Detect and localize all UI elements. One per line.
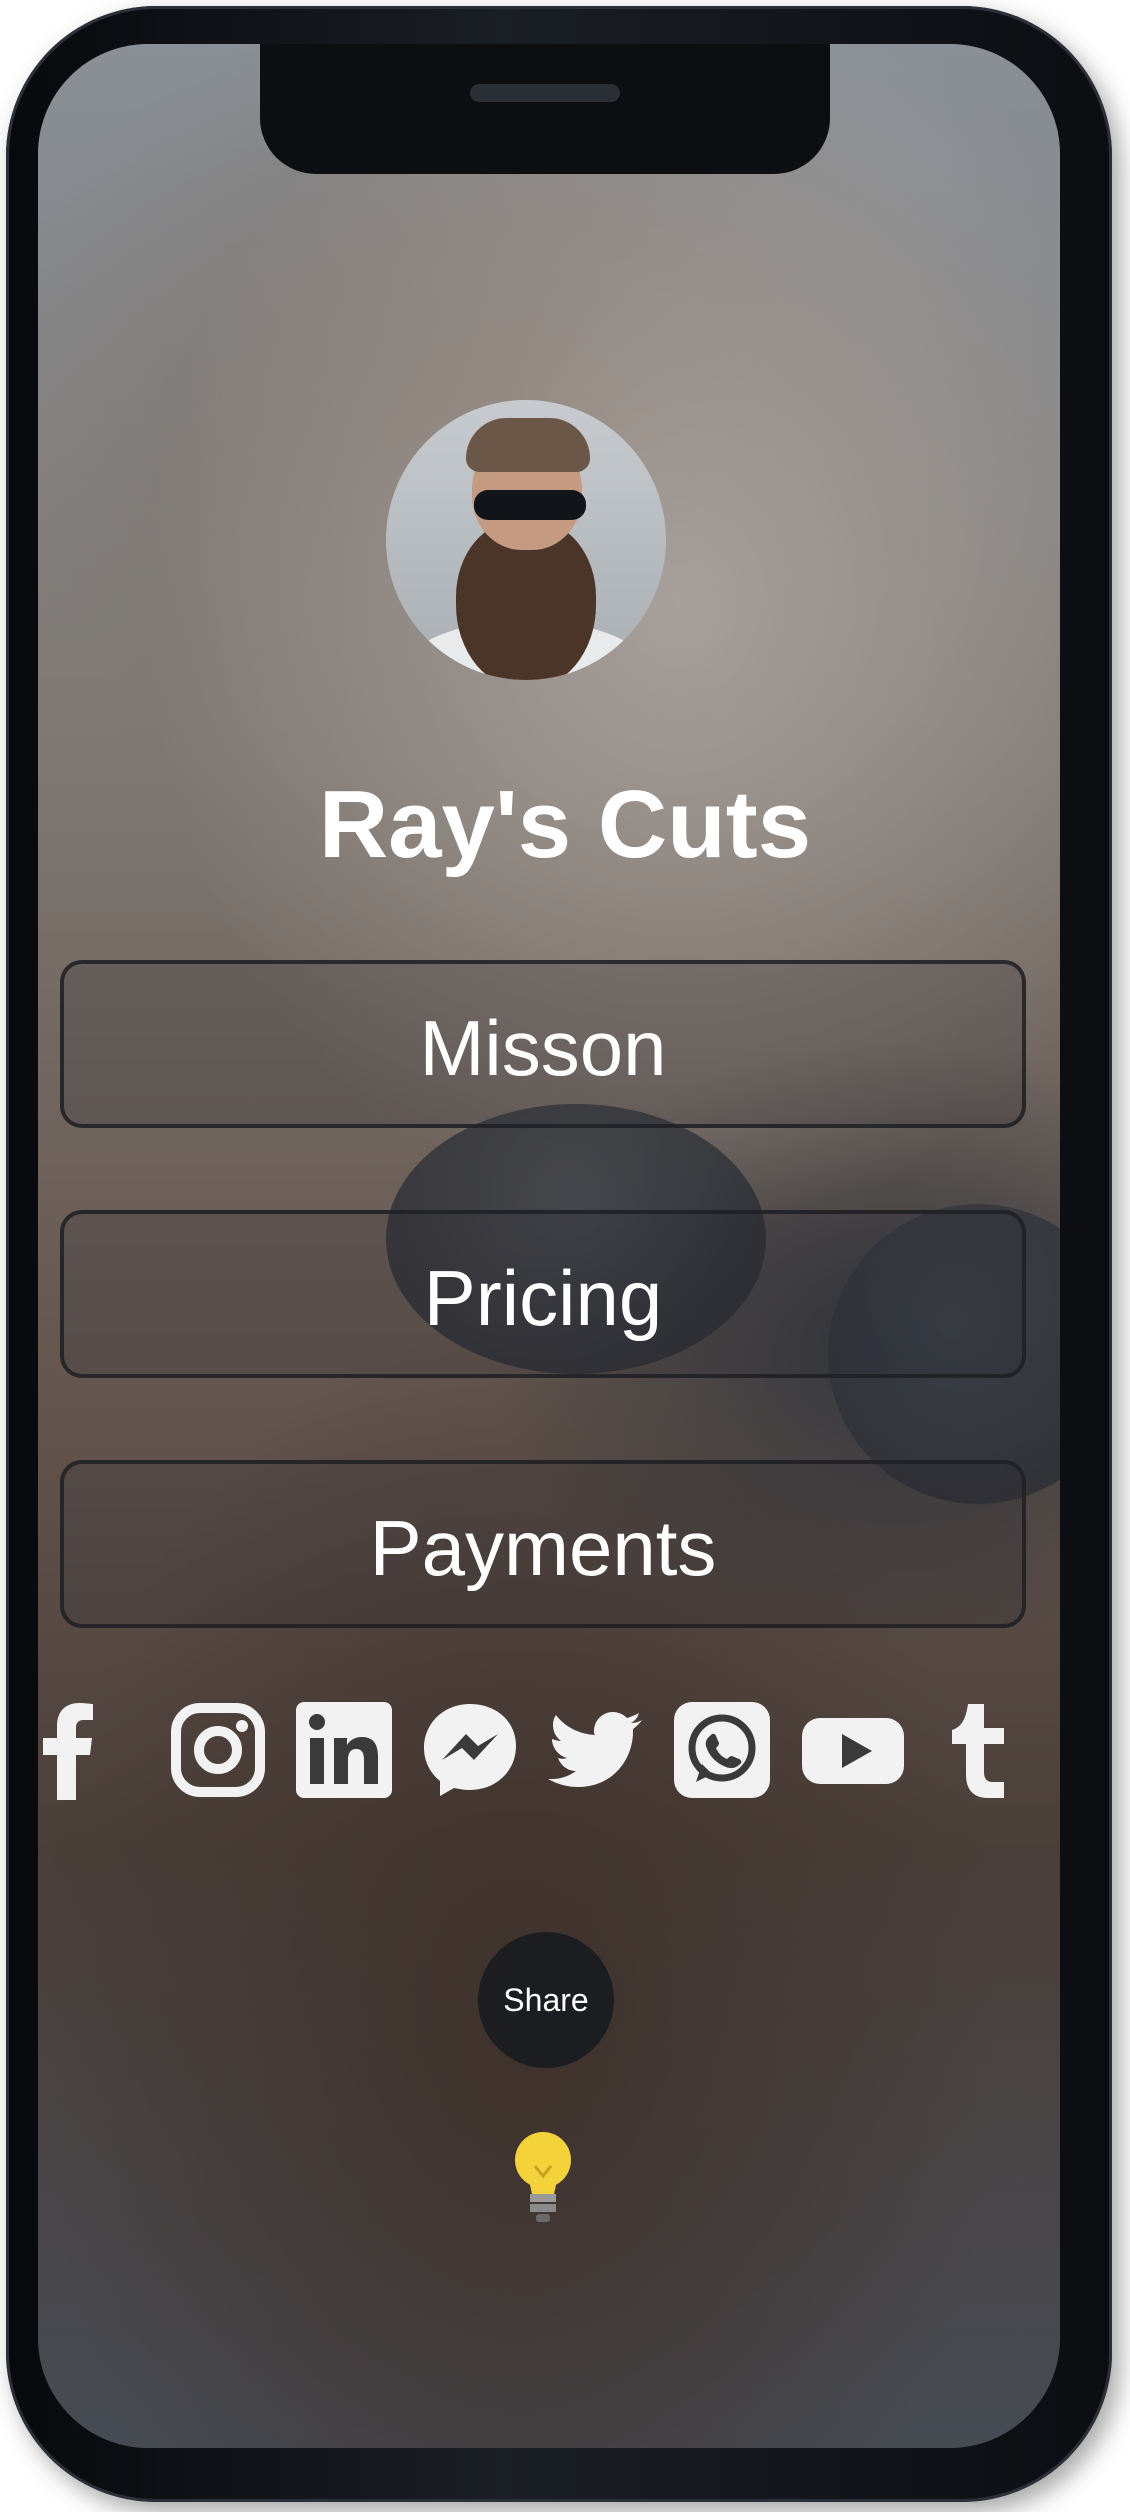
- twitter-icon[interactable]: [546, 1700, 646, 1800]
- youtube-icon[interactable]: [798, 1700, 908, 1800]
- pricing-button[interactable]: Pricing: [60, 1210, 1026, 1378]
- whatsapp-icon[interactable]: [672, 1700, 772, 1800]
- stage: Ray's Cuts Misson Pricing Payments Share: [0, 0, 1130, 2512]
- phone-notch: [260, 44, 830, 174]
- share-button[interactable]: Share: [478, 1932, 614, 2068]
- lightbulb-icon[interactable]: [508, 2126, 578, 2226]
- profile-avatar: [386, 400, 666, 680]
- messenger-icon[interactable]: [420, 1700, 520, 1800]
- tumblr-icon[interactable]: [942, 1700, 1012, 1800]
- profile-name: Ray's Cuts: [318, 771, 812, 878]
- mission-button[interactable]: Misson: [60, 960, 1026, 1128]
- social-links: [38, 1700, 1060, 1810]
- payments-button[interactable]: Payments: [60, 1460, 1026, 1628]
- linkedin-icon[interactable]: [294, 1700, 394, 1800]
- earpiece-speaker: [470, 84, 620, 102]
- facebook-icon[interactable]: [38, 1700, 98, 1800]
- instagram-icon[interactable]: [168, 1700, 268, 1800]
